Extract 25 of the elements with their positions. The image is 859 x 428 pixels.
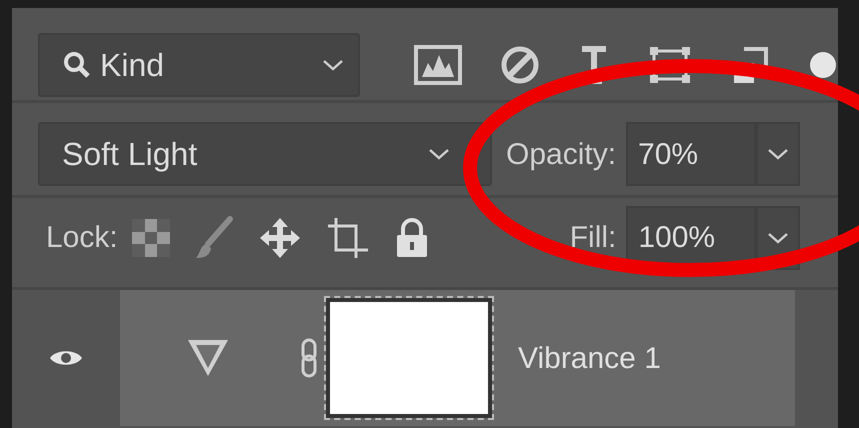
- kind-dropdown[interactable]: Kind: [38, 33, 360, 97]
- opacity-slider-button[interactable]: [756, 122, 800, 186]
- layer-mask-thumbnail[interactable]: [326, 298, 492, 418]
- adjustment-layer-icon: [186, 338, 230, 378]
- opacity-field[interactable]: 70%: [626, 122, 756, 186]
- checkerboard-icon[interactable]: [132, 218, 170, 256]
- move-icon[interactable]: [258, 216, 302, 260]
- caret-icon: [428, 147, 450, 161]
- caret-icon: [767, 147, 790, 161]
- caret-icon: [767, 230, 790, 244]
- lock-label: Lock:: [46, 220, 118, 256]
- filter-toggle-icon[interactable]: [808, 50, 838, 80]
- opacity-label: Opacity:: [506, 136, 616, 172]
- image-filter-icon[interactable]: [414, 45, 462, 85]
- layer-row[interactable]: Vibrance 1: [120, 290, 795, 426]
- kind-value: Kind: [100, 46, 164, 85]
- blend-mode-dropdown[interactable]: Soft Light: [38, 122, 492, 186]
- shape-filter-icon[interactable]: [648, 45, 692, 85]
- layer-name: Vibrance 1: [518, 340, 661, 376]
- search-icon: [62, 50, 92, 80]
- caret-icon: [322, 58, 344, 72]
- crop-icon[interactable]: [326, 216, 370, 260]
- link-icon[interactable]: [300, 338, 318, 378]
- adjustment-filter-icon[interactable]: [500, 45, 540, 85]
- fill-label: Fill:: [570, 220, 616, 256]
